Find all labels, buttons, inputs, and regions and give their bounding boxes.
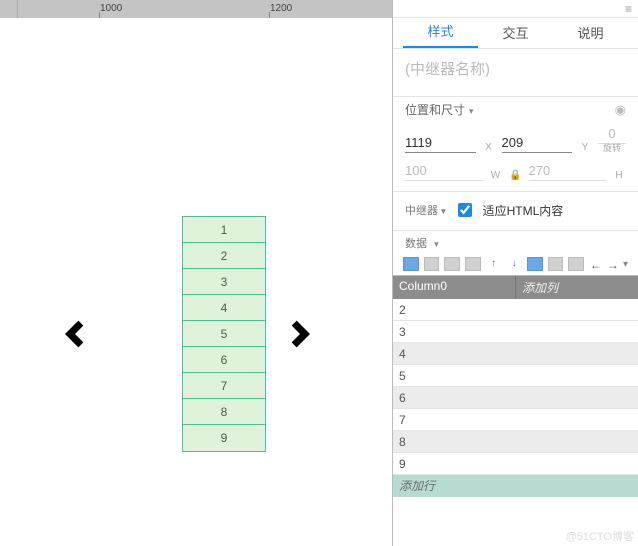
section-label: 中继器 — [405, 205, 438, 217]
tab-note[interactable]: 说明 — [553, 23, 628, 48]
visibility-icon[interactable]: ◉ — [615, 102, 626, 118]
move-down-button[interactable] — [506, 257, 522, 271]
repeater-widget[interactable]: 1 2 3 4 5 6 7 8 9 — [182, 216, 266, 452]
inspector-tabs: 样式 交互 说明 — [393, 18, 638, 48]
section-data[interactable]: 数据 ▾ — [405, 235, 439, 251]
add-row-button[interactable]: 添加行 — [393, 475, 638, 497]
widget-name-input[interactable] — [405, 59, 626, 80]
repeater-row[interactable]: 6 — [183, 347, 265, 373]
design-canvas: 1000 1200 1 2 3 4 5 6 — [0, 0, 393, 546]
toolbar-button[interactable]: ← — [589, 257, 601, 271]
toolbar-button[interactable] — [465, 257, 481, 271]
y-label: Y — [578, 142, 592, 153]
data-toolbar: ← → ▾ — [393, 253, 638, 275]
fit-html-label: 适应HTML内容 — [483, 202, 564, 219]
height-input — [529, 161, 607, 181]
toolbar-more-icon[interactable]: ▾ — [623, 259, 628, 270]
toolbar-button[interactable] — [403, 257, 419, 271]
ruler-horizontal: 1000 1200 — [0, 0, 392, 18]
data-row[interactable]: 2 — [393, 299, 638, 321]
section-label: 数据 — [405, 238, 427, 250]
move-up-button[interactable] — [486, 257, 502, 271]
tab-interact[interactable]: 交互 — [478, 23, 553, 48]
data-row[interactable]: 4 — [393, 343, 638, 365]
prev-arrow-button[interactable] — [55, 314, 95, 354]
section-repeater[interactable]: 中继器 ▾ — [405, 202, 446, 218]
repeater-row[interactable]: 3 — [183, 269, 265, 295]
ruler-mark: 1200 — [270, 3, 292, 14]
data-row[interactable]: 7 — [393, 409, 638, 431]
rotation-label: 旋转 — [598, 144, 626, 153]
toolbar-button[interactable] — [527, 257, 543, 271]
data-row[interactable]: 9 — [393, 453, 638, 475]
y-input[interactable] — [502, 133, 573, 153]
repeater-row[interactable]: 1 — [183, 217, 265, 243]
toolbar-button[interactable]: → — [606, 257, 618, 271]
column-header[interactable]: Column0 — [393, 276, 515, 299]
repeater-row[interactable]: 5 — [183, 321, 265, 347]
data-row[interactable]: 8 — [393, 431, 638, 453]
add-column-button[interactable]: 添加列 — [515, 276, 638, 299]
panel-menu-icon[interactable]: ≡ — [625, 2, 632, 16]
toolbar-button[interactable] — [568, 257, 584, 271]
x-input[interactable] — [405, 133, 476, 153]
rotation-input — [598, 124, 626, 144]
repeater-row[interactable]: 4 — [183, 295, 265, 321]
repeater-row[interactable]: 9 — [183, 425, 265, 451]
data-grid: Column0 添加列 2 3 4 5 6 7 8 9 添加行 — [393, 275, 638, 497]
section-position-size[interactable]: 位置和尺寸▾ — [405, 101, 474, 118]
repeater-row[interactable]: 2 — [183, 243, 265, 269]
x-label: X — [482, 142, 496, 153]
repeater-row[interactable]: 8 — [183, 399, 265, 425]
data-row[interactable]: 6 — [393, 387, 638, 409]
width-input — [405, 161, 483, 181]
stage[interactable]: 1 2 3 4 5 6 7 8 9 — [0, 18, 392, 546]
inspector-panel: ≡ 样式 交互 说明 位置和尺寸▾ ◉ X Y 旋转 — [393, 0, 638, 546]
next-arrow-button[interactable] — [280, 314, 320, 354]
toolbar-button[interactable] — [424, 257, 440, 271]
fit-html-checkbox[interactable] — [458, 203, 472, 217]
toolbar-button[interactable] — [444, 257, 460, 271]
watermark: @51CTO博客 — [566, 528, 634, 544]
w-label: W — [489, 170, 503, 181]
repeater-row[interactable]: 7 — [183, 373, 265, 399]
toolbar-button[interactable] — [548, 257, 564, 271]
lock-icon[interactable]: 🔒 — [509, 170, 523, 181]
ruler-mark: 1000 — [100, 3, 122, 14]
data-row[interactable]: 5 — [393, 365, 638, 387]
data-row[interactable]: 3 — [393, 321, 638, 343]
section-label: 位置和尺寸 — [405, 103, 465, 117]
h-label: H — [612, 170, 626, 181]
tab-style[interactable]: 样式 — [403, 21, 478, 48]
